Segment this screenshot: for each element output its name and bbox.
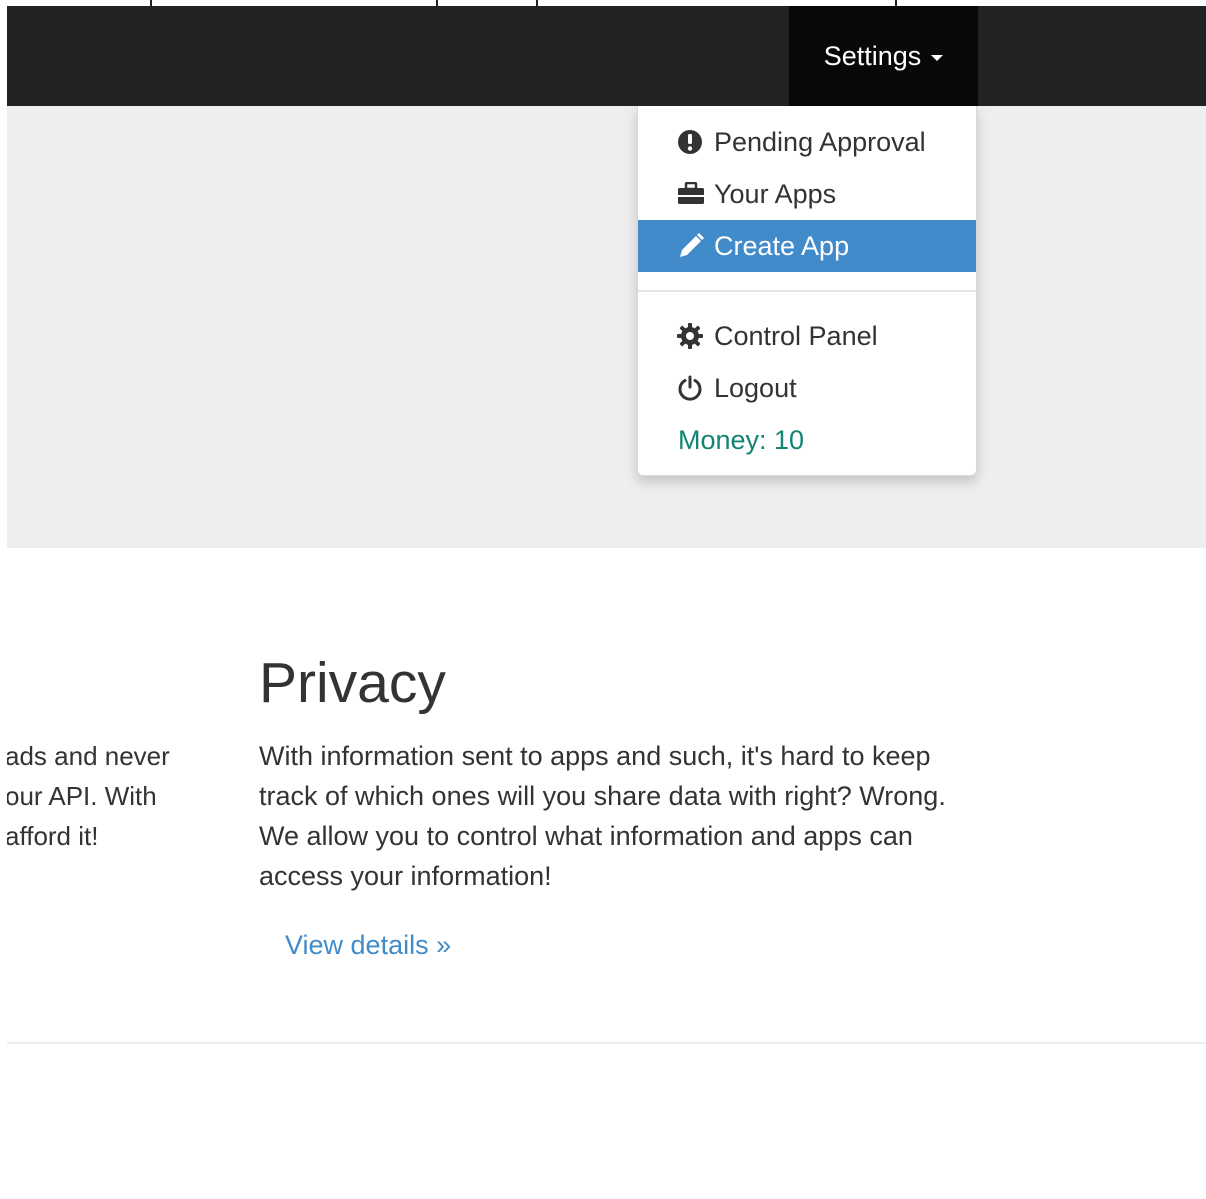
menu-item-label: Your Apps <box>714 178 837 209</box>
exclamation-circle-icon <box>677 127 707 157</box>
settings-dropdown-menu: Pending Approval Your Apps Create App Co… <box>637 106 977 476</box>
section-divider <box>7 1042 1206 1044</box>
text-line: afford it! <box>7 821 99 851</box>
menu-divider <box>638 290 976 292</box>
jumbotron <box>7 106 1206 548</box>
menu-item-label: Create App <box>714 230 850 261</box>
menu-item-pending-approval[interactable]: Pending Approval <box>638 116 976 168</box>
menu-item-control-panel[interactable]: Control Panel <box>638 310 976 362</box>
text-line: We allow you to control what information… <box>259 821 913 851</box>
caret-down-icon <box>931 55 944 61</box>
view-details-link[interactable]: View details » <box>285 930 451 961</box>
privacy-heading: Privacy <box>259 651 446 715</box>
text-line: ads and never <box>7 741 170 771</box>
privacy-description: With information sent to apps and such, … <box>259 736 989 896</box>
money-balance: Money: 10 <box>678 425 805 455</box>
briefcase-icon <box>677 179 707 209</box>
text-line: track of which ones will you share data … <box>259 781 946 811</box>
page: Settings Pending Approval Your Apps Crea… <box>0 0 1206 1199</box>
menu-item-your-apps[interactable]: Your Apps <box>638 168 976 220</box>
menu-item-label: Logout <box>714 372 797 403</box>
settings-dropdown-toggle[interactable]: Settings <box>789 6 978 106</box>
left-column-text: ads and never our API. With afford it! <box>7 736 207 856</box>
pencil-icon <box>677 231 707 261</box>
text-line: With information sent to apps and such, … <box>259 741 931 771</box>
settings-label: Settings <box>823 40 922 71</box>
menu-item-create-app[interactable]: Create App <box>638 220 976 272</box>
text-line: access your information! <box>259 861 552 891</box>
power-icon <box>677 373 707 403</box>
menu-item-label: Pending Approval <box>714 126 926 157</box>
text-line: our API. With <box>7 781 157 811</box>
navbar: Settings <box>7 6 1206 106</box>
menu-item-logout[interactable]: Logout <box>638 362 976 414</box>
left-edge-strip <box>0 0 7 1199</box>
menu-item-label: Control Panel <box>714 320 878 351</box>
gear-icon <box>677 321 707 351</box>
